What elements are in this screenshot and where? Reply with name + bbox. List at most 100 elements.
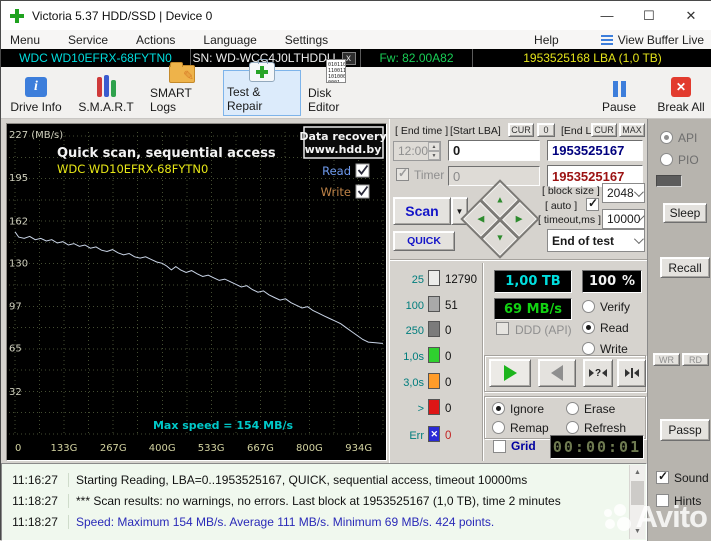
end-of-test-combo[interactable]: End of test <box>547 229 645 252</box>
spin-down-icon[interactable]: ▼ <box>428 151 440 160</box>
elapsed-time-value: 00:00:01 <box>552 438 642 456</box>
menu-item-help[interactable]: Help <box>534 33 559 47</box>
menu-item-menu[interactable]: Menu <box>10 33 40 47</box>
svg-text:934G: 934G <box>345 443 372 454</box>
pause-label: Pause <box>601 100 637 114</box>
svg-text:800G: 800G <box>296 443 323 454</box>
start-lba-cur-button[interactable]: CUR <box>508 123 534 137</box>
end-lba-max-button[interactable]: MAX <box>619 123 645 137</box>
reverse-button[interactable] <box>538 359 576 387</box>
log-message: Speed: Maximum 154 MB/s. Average 111 MB/… <box>68 514 494 529</box>
progress-unit: % <box>621 274 635 289</box>
svg-text:195: 195 <box>9 173 28 184</box>
maximize-button[interactable]: ☐ <box>628 1 670 30</box>
read-radio[interactable] <box>582 321 595 334</box>
ddd-api-checkbox[interactable] <box>496 322 509 335</box>
hints-label: Hints <box>674 494 702 508</box>
timeout-label: [ timeout,ms ] <box>538 214 602 226</box>
read-speed-curve <box>14 231 384 344</box>
write-radio[interactable] <box>582 342 595 355</box>
ignore-radio[interactable] <box>492 402 505 415</box>
log-scrollbar[interactable]: ▲ ▼ <box>629 465 645 539</box>
timer-label: Timer <box>414 168 445 182</box>
legend-read-label: Read <box>322 164 351 178</box>
timeout-combo[interactable]: 10000 <box>602 209 646 229</box>
scrollbar-thumb[interactable] <box>631 481 644 505</box>
hints-checkbox[interactable] <box>656 494 669 507</box>
log-timestamp: 11:18:27 <box>12 514 58 529</box>
read-checkbox[interactable] <box>355 163 370 178</box>
stat-value-250: 0 <box>445 325 452 337</box>
start-test-button[interactable] <box>489 359 531 387</box>
menu-item-language[interactable]: Language <box>203 33 256 47</box>
scan-graph-panel: 195 162 130 97 65 32 0 133G 267G 400G 533G 667G 800… <box>6 123 387 461</box>
pio-radio[interactable] <box>660 153 673 166</box>
scan-button[interactable]: Scan <box>393 197 451 225</box>
pause-button[interactable]: Pause <box>597 70 641 116</box>
break-all-button[interactable]: ✕ Break All <box>653 70 709 116</box>
arrow-down-icon: ▼ <box>495 232 505 243</box>
spin-up-icon[interactable]: ▲ <box>428 142 440 151</box>
stat-label-100: 100 <box>405 300 424 312</box>
api-label: API <box>678 131 698 145</box>
smart-button[interactable]: S.M.A.R.T <box>75 70 137 116</box>
grid-checkbox[interactable] <box>493 440 506 453</box>
drive-info-icon: i <box>25 77 47 97</box>
stat-swatch-err <box>428 426 440 442</box>
menu-item-settings[interactable]: Settings <box>285 33 328 47</box>
menu-item-service[interactable]: Service <box>68 33 108 47</box>
auto-checkbox[interactable] <box>586 196 599 211</box>
disk-editor-label: Disk Editor <box>308 86 340 114</box>
passp-button[interactable]: Passp <box>660 419 710 441</box>
menu-item-actions[interactable]: Actions <box>136 33 175 47</box>
start-lba-zero-button[interactable]: 0 <box>537 123 555 137</box>
lba-nav-diamond: ▲ ▶ ◀ ▼ <box>460 179 540 259</box>
api-radio[interactable] <box>660 131 673 144</box>
recall-button[interactable]: Recall <box>660 257 710 278</box>
log-message: *** Scan results: no warnings, no errors… <box>68 493 561 508</box>
wr-button[interactable]: WR <box>653 353 680 366</box>
stat-label-gt: > <box>417 403 424 415</box>
smart-logs-button[interactable]: ✎ SMART Logs <box>147 62 217 116</box>
drive-info-label: Drive Info <box>10 100 62 114</box>
legend-write-label: Write <box>321 185 351 199</box>
write-checkbox[interactable] <box>355 184 370 199</box>
smart-bars-icon <box>96 75 116 97</box>
back-icon <box>551 365 563 381</box>
seek-test-button[interactable]: ? <box>583 359 613 387</box>
stat-label-1s: 1,0s <box>403 351 424 363</box>
disk-editor-button[interactable]: 010110 110011 101000 0001 Disk Editor <box>305 59 367 116</box>
remap-label: Remap <box>510 421 549 435</box>
seek-right-icon <box>624 369 630 377</box>
refresh-radio[interactable] <box>566 421 579 434</box>
end-lba-input[interactable]: 1953525167 <box>547 140 643 161</box>
rd-button[interactable]: RD <box>682 353 709 366</box>
svg-text:0: 0 <box>15 443 21 454</box>
grid-label: Grid <box>511 439 536 453</box>
sleep-button[interactable]: Sleep <box>663 203 707 223</box>
end-time-spinner[interactable]: 12:00 ▲ ▼ <box>393 141 441 161</box>
erase-radio[interactable] <box>566 402 579 415</box>
drive-info-button[interactable]: i Drive Info <box>3 70 69 116</box>
end-of-test-value: End of test <box>552 233 614 248</box>
side-panel: API PIO Sleep Recall WR RD Passp Sound H… <box>647 119 711 541</box>
log-timestamp: 11:18:27 <box>12 493 58 508</box>
view-buffer-live-button[interactable]: View Buffer Live <box>600 33 704 47</box>
chevron-down-icon <box>633 234 644 245</box>
scroll-down-icon[interactable]: ▼ <box>630 524 645 539</box>
scroll-up-icon[interactable]: ▲ <box>630 465 645 480</box>
butterfly-test-button[interactable] <box>617 359 646 387</box>
close-button[interactable]: ✕ <box>670 1 711 30</box>
end-lba-cur-button[interactable]: CUR <box>591 123 617 137</box>
auto-label: [ auto ] <box>545 200 578 212</box>
block-size-combo[interactable]: 2048 <box>602 183 645 203</box>
start-lba-input[interactable]: 0 <box>448 140 540 161</box>
remap-radio[interactable] <box>492 421 505 434</box>
minimize-button[interactable]: — <box>586 1 628 30</box>
sound-checkbox[interactable] <box>656 469 669 484</box>
timer-checkbox[interactable] <box>396 166 409 181</box>
quick-button[interactable]: QUICK <box>393 231 455 251</box>
smart-logs-label: SMART Logs <box>150 86 192 114</box>
verify-radio[interactable] <box>582 300 595 313</box>
test-repair-button[interactable]: Test & Repair <box>223 59 301 116</box>
